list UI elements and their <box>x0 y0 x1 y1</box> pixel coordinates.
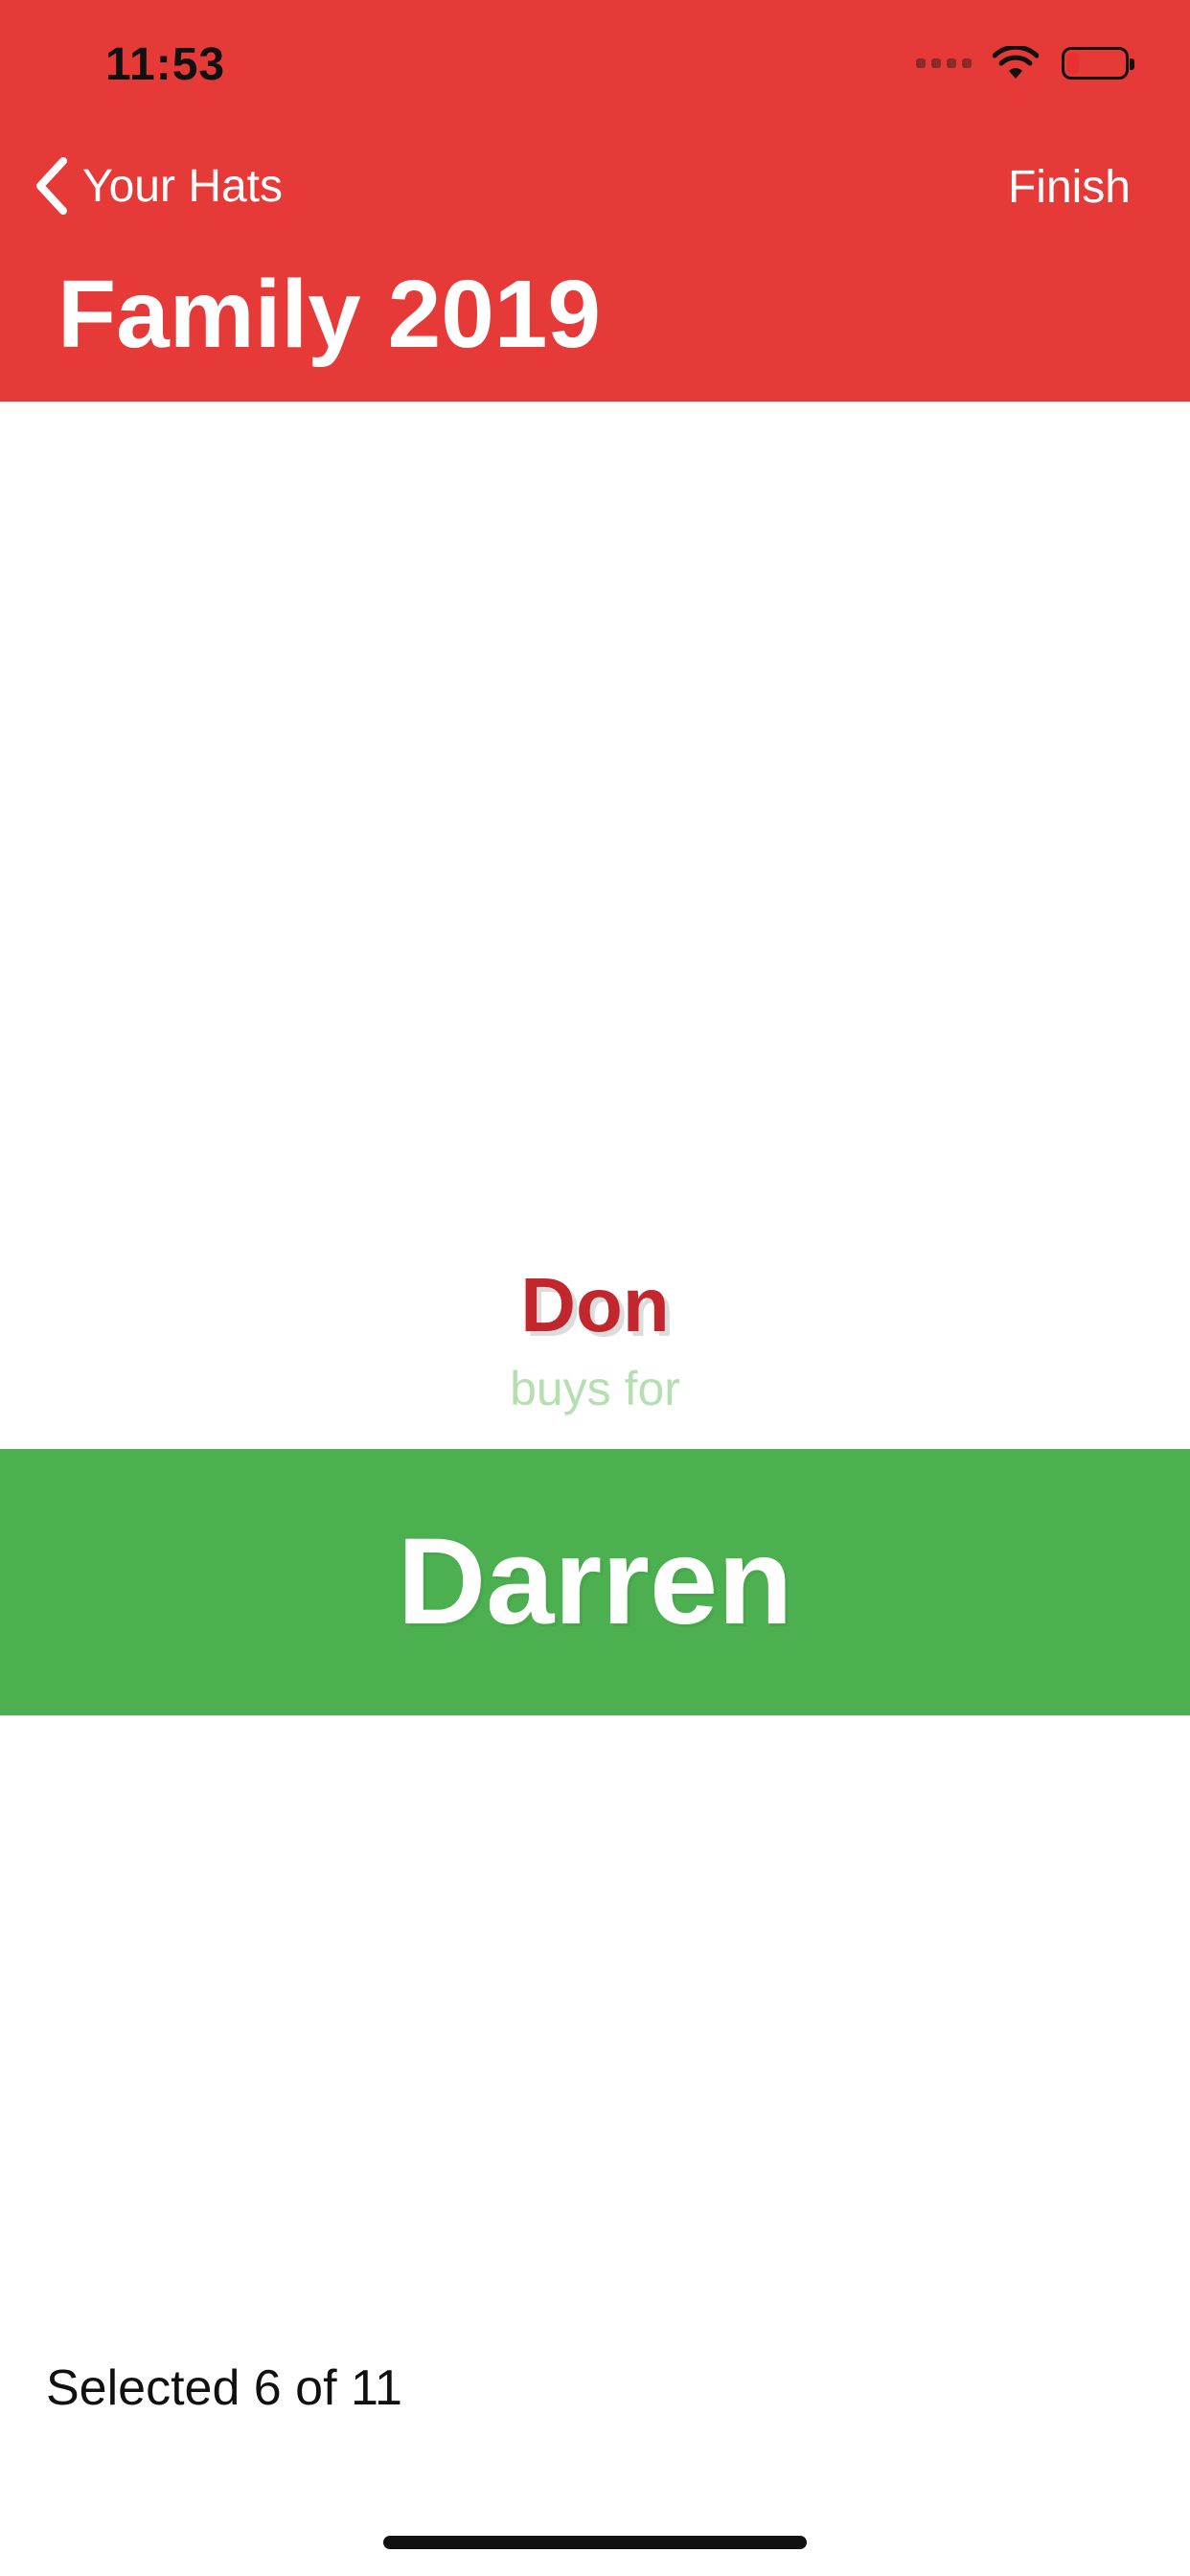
battery-icon <box>1062 47 1134 80</box>
cellular-signal-icon <box>916 58 972 68</box>
receiver-name: Darren <box>397 1513 793 1650</box>
header: 11:53 Your Hats Finish Family 2019 <box>0 0 1190 402</box>
buys-for-label: buys for <box>510 1362 680 1415</box>
status-time: 11:53 <box>105 39 226 90</box>
finish-button[interactable]: Finish <box>1008 161 1131 214</box>
wifi-icon <box>993 46 1039 79</box>
giver-name: Don <box>520 1262 670 1347</box>
chevron-left-icon <box>36 157 67 215</box>
back-button[interactable]: Your Hats <box>33 155 283 217</box>
page-title: Family 2019 <box>57 261 602 368</box>
battery-level <box>1067 53 1079 74</box>
home-indicator[interactable] <box>383 2536 807 2549</box>
receiver-banner: Darren <box>0 1449 1190 1715</box>
selected-count: Selected 6 of 11 <box>46 2360 402 2416</box>
screen: 11:53 Your Hats Finish Family 2019 Don b… <box>0 0 1190 2576</box>
back-button-label: Your Hats <box>82 160 284 212</box>
status-icons <box>916 44 1134 82</box>
